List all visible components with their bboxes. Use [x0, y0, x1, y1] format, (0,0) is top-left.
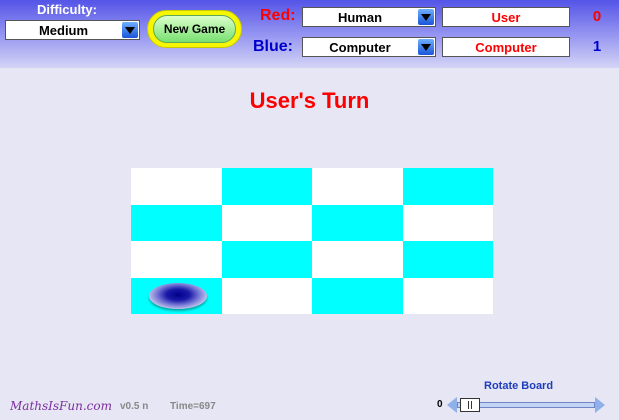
- version-label: v0.5 n: [120, 401, 149, 412]
- board-cell-r2-c1[interactable]: [131, 204, 222, 241]
- red-player-type-select[interactable]: Human: [302, 7, 436, 27]
- chevron-down-icon[interactable]: [122, 22, 138, 38]
- red-player-type-value: Human: [337, 10, 383, 25]
- game-piece[interactable]: [149, 282, 207, 309]
- board-cell-r1-c4[interactable]: [402, 168, 493, 205]
- turn-status: User's Turn: [249, 88, 370, 113]
- arrow-left-icon[interactable]: [447, 397, 457, 413]
- blue-player-name: Computer: [442, 37, 570, 57]
- board-cell-r4-c3[interactable]: [312, 277, 403, 314]
- new-game-label: New Game: [153, 15, 236, 43]
- board-cell-r1-c3[interactable]: [312, 168, 403, 205]
- chevron-down-icon[interactable]: [418, 39, 434, 55]
- red-player-name: User: [442, 7, 570, 27]
- blue-player-label: Blue:: [253, 38, 293, 55]
- blue-score: 1: [592, 38, 602, 55]
- board-cell-r3-c1[interactable]: [131, 241, 222, 278]
- mathsisfun-logo: MathsIsFun.com: [10, 399, 112, 413]
- top-bar: Difficulty: Medium New Game Red: Human U…: [0, 0, 619, 68]
- board-cell-r1-c1[interactable]: [131, 168, 222, 205]
- board-cell-r4-c4[interactable]: [402, 277, 493, 314]
- chevron-down-icon[interactable]: [418, 9, 434, 25]
- arrow-right-icon[interactable]: [595, 397, 605, 413]
- difficulty-label: Difficulty:: [37, 2, 97, 17]
- red-score: 0: [592, 8, 602, 25]
- board-cell-r3-c3[interactable]: [312, 241, 403, 278]
- board-cell-r2-c2[interactable]: [221, 204, 312, 241]
- rotate-board-label: Rotate Board: [484, 380, 554, 392]
- slider-thumb[interactable]: [460, 398, 480, 412]
- rotate-board-slider[interactable]: [447, 396, 605, 414]
- new-game-button[interactable]: New Game: [147, 10, 242, 48]
- board-cell-r4-c2[interactable]: [221, 277, 312, 314]
- board-cell-r3-c2[interactable]: [221, 241, 312, 278]
- difficulty-value: Medium: [38, 23, 89, 38]
- board-cell-r4-c1[interactable]: [131, 277, 222, 314]
- rotate-board-value: 0: [437, 399, 443, 410]
- red-player-label: Red:: [260, 7, 296, 24]
- difficulty-select[interactable]: Medium: [5, 20, 140, 40]
- board-cell-r2-c3[interactable]: [312, 204, 403, 241]
- game-board: [131, 168, 493, 314]
- board-cell-r2-c4[interactable]: [402, 204, 493, 241]
- blue-player-type-select[interactable]: Computer: [302, 37, 436, 57]
- board-cell-r3-c4[interactable]: [402, 241, 493, 278]
- blue-player-type-value: Computer: [329, 40, 391, 55]
- time-label: Time=697: [170, 401, 216, 412]
- board-cell-r1-c2[interactable]: [221, 168, 312, 205]
